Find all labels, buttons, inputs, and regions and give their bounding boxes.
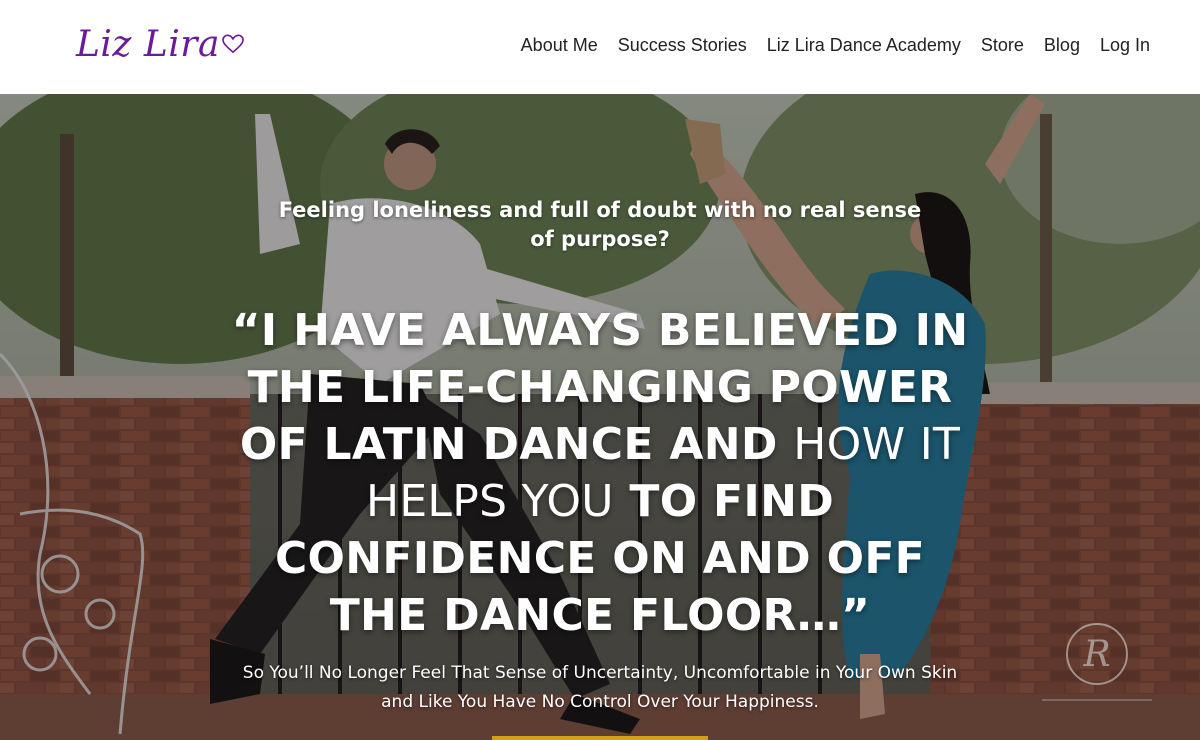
nav-success-stories[interactable]: Success Stories [618, 35, 747, 56]
main-nav: About Me Success Stories Liz Lira Dance … [521, 35, 1150, 56]
heart-icon [222, 34, 244, 54]
site-logo[interactable]: Liz Lira [76, 18, 244, 70]
nav-dance-academy[interactable]: Liz Lira Dance Academy [767, 35, 961, 56]
logo-text: Liz Lira [76, 23, 220, 65]
nav-blog[interactable]: Blog [1044, 35, 1080, 56]
hero-copy: Feeling loneliness and full of doubt wit… [0, 94, 1200, 740]
hero-kicker: Feeling loneliness and full of doubt wit… [278, 198, 922, 251]
hero-section: R Feeling loneliness and full of doubt w… [0, 94, 1200, 740]
nav-log-in[interactable]: Log In [1100, 35, 1150, 56]
hero-subtitle: So You’ll No Longer Feel That Sense of U… [242, 663, 958, 712]
nav-store[interactable]: Store [981, 35, 1024, 56]
nav-about-me[interactable]: About Me [521, 35, 598, 56]
site-header: Liz Lira About Me Success Stories Liz Li… [0, 0, 1200, 94]
cta-button-top-edge[interactable] [492, 736, 708, 740]
hero-quote: “I HAVE ALWAYS BELIEVED IN THE LIFE-CHAN… [230, 302, 970, 644]
